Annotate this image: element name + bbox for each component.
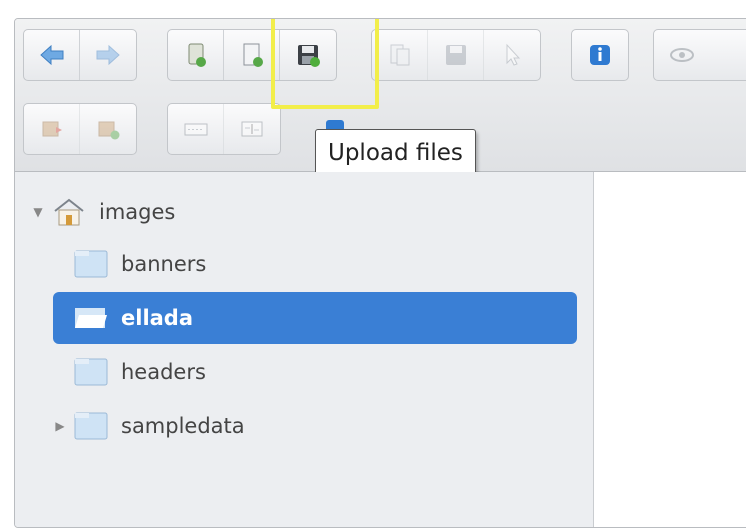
tree-root-images[interactable]: ▼ images bbox=[31, 186, 175, 238]
forward-button[interactable] bbox=[80, 30, 136, 80]
tree-item-banners[interactable]: banners bbox=[73, 238, 206, 290]
preview-button[interactable] bbox=[654, 30, 710, 80]
info-group bbox=[571, 29, 629, 81]
copy-button[interactable] bbox=[372, 30, 428, 80]
new-file-button[interactable] bbox=[224, 30, 280, 80]
save-button[interactable] bbox=[428, 30, 484, 80]
folder-ops-group bbox=[23, 103, 137, 155]
folder-icon bbox=[74, 358, 108, 386]
paste-button[interactable] bbox=[484, 30, 540, 80]
folder-tree: ▼ images banners ellada headers ▶ sample… bbox=[15, 172, 594, 527]
file-manager-window: Upload files ▼ images banners ellada hea… bbox=[14, 18, 746, 528]
text-edit-icon bbox=[241, 121, 263, 137]
folder-move-icon bbox=[42, 121, 62, 137]
caret-down-icon[interactable]: ▼ bbox=[31, 205, 45, 219]
home-icon bbox=[54, 198, 84, 226]
back-button[interactable] bbox=[24, 30, 80, 80]
folder-add-icon bbox=[98, 121, 120, 140]
eye-icon bbox=[670, 48, 694, 62]
tree-item-ellada[interactable]: ellada bbox=[53, 292, 577, 344]
folder-open-icon bbox=[75, 308, 107, 328]
upload-tooltip: Upload files bbox=[315, 129, 476, 177]
folder-icon bbox=[74, 250, 108, 278]
file-actions-group bbox=[167, 29, 337, 81]
save-upload-icon bbox=[298, 45, 320, 67]
tree-item-sampledata[interactable]: ▶ sampledata bbox=[53, 400, 245, 452]
info-icon bbox=[590, 45, 610, 65]
tree-item-label: headers bbox=[121, 360, 206, 384]
navigation-group bbox=[23, 29, 137, 81]
info-button[interactable] bbox=[572, 30, 628, 80]
tree-item-headers[interactable]: headers bbox=[73, 346, 206, 398]
tree-root-label: images bbox=[99, 200, 176, 224]
rename-button[interactable] bbox=[168, 104, 224, 154]
paste-icon bbox=[506, 43, 521, 66]
tree-item-label: banners bbox=[121, 252, 207, 276]
caret-right-icon[interactable]: ▶ bbox=[53, 419, 67, 433]
arrow-right-icon bbox=[96, 44, 120, 66]
folder-add-button[interactable] bbox=[80, 104, 136, 154]
tree-item-label: sampledata bbox=[121, 414, 245, 438]
text-edit-button[interactable] bbox=[224, 104, 280, 154]
tree-item-label: ellada bbox=[121, 306, 194, 330]
folder-icon bbox=[74, 412, 108, 440]
rename-group bbox=[167, 103, 281, 155]
folder-move-button[interactable] bbox=[24, 104, 80, 154]
new-folder-button[interactable] bbox=[168, 30, 224, 80]
save-icon bbox=[445, 45, 466, 65]
upload-files-button[interactable] bbox=[280, 30, 336, 80]
new-file-icon bbox=[243, 43, 263, 67]
view-group bbox=[653, 29, 746, 81]
arrow-left-icon bbox=[39, 44, 63, 66]
copy-icon bbox=[390, 44, 409, 66]
edit-actions-group bbox=[371, 29, 541, 81]
new-folder-icon bbox=[188, 43, 206, 67]
rename-icon bbox=[184, 123, 207, 136]
